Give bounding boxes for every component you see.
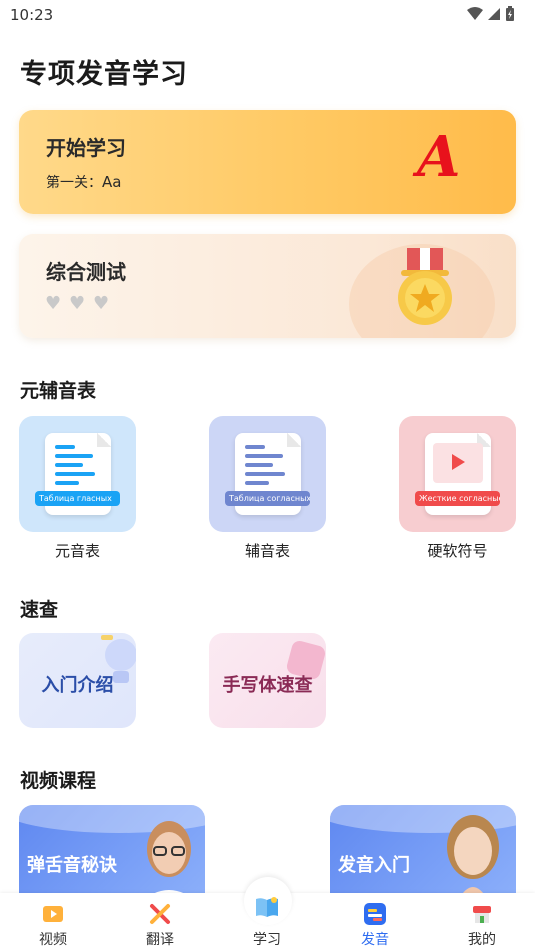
vowel-table-tile[interactable]: Таблица гласных [19, 416, 136, 532]
doc-line [245, 463, 273, 467]
course-trill-secrets[interactable]: 弹舌音秘诀 [19, 805, 205, 905]
status-bar: 10:23 [0, 0, 535, 30]
course-pronunciation-intro[interactable]: 发音入门 [330, 805, 516, 905]
doc-line [245, 445, 265, 449]
hard-soft-signs-tile[interactable]: Жесткие согласные [399, 416, 516, 532]
course-trill-secrets-label: 弹舌音秘诀 [27, 855, 117, 876]
doc-line [245, 481, 269, 485]
bottom-tab-bar: 视频 翻译 学习 发音 我的 [0, 877, 535, 951]
tab-mine-label: 我的 [468, 932, 496, 948]
intro-label: 入门介绍 [41, 675, 114, 696]
teacher-photo [447, 815, 499, 897]
comprehensive-test-title: 综合测试 [46, 260, 126, 284]
medal-icon [398, 248, 452, 325]
quick-lookup-section-title: 速查 [20, 599, 59, 621]
consonant-table-tag: Таблица согласных [225, 491, 310, 506]
doc-fold [287, 433, 301, 447]
vowel-consonant-section-title: 元辅音表 [20, 380, 97, 402]
tab-pronunciation-label: 发音 [361, 932, 389, 948]
consonant-table-tile[interactable]: Таблица согласных [209, 416, 326, 532]
wifi-icon [467, 7, 483, 20]
translate-icon [150, 904, 170, 924]
vowel-table-tag: Таблица гласных [35, 491, 120, 506]
heart-icon: ♥ [93, 293, 110, 314]
page-title: 专项发音学习 [20, 59, 188, 90]
doc-fold [97, 433, 111, 447]
intro-tile[interactable]: 入门介绍 [19, 633, 136, 728]
hearts-rating: ♥ ♥ ♥ [45, 295, 111, 313]
doc-line [245, 472, 285, 476]
course-pronunciation-intro-label: 发音入门 [338, 855, 410, 876]
handwriting-tile[interactable]: 手写体速查 [209, 633, 326, 728]
tab-pronunciation[interactable]: 发音 [335, 893, 415, 951]
hard-soft-signs-tag: Жесткие согласные [415, 491, 500, 506]
level-indicator: 第一关：Aa [46, 172, 121, 192]
hard-soft-signs-label: 硬软符号 [427, 542, 488, 560]
doc-line [55, 445, 75, 449]
tab-study[interactable]: 学习 [227, 893, 307, 951]
level-value: Aa [102, 173, 122, 191]
heart-icon: ♥ [69, 293, 86, 314]
tab-study-label: 学习 [253, 932, 281, 948]
tab-video[interactable]: 视频 [13, 893, 93, 951]
book-icon [256, 897, 278, 917]
script-letter-a: A [417, 124, 461, 190]
tab-translate[interactable]: 翻译 [120, 893, 200, 951]
tab-mine[interactable]: 我的 [442, 893, 522, 951]
shop-icon [473, 906, 491, 923]
heart-icon: ♥ [45, 293, 62, 314]
signal-icon [488, 8, 500, 20]
vowel-table-label: 元音表 [54, 542, 100, 560]
pronunciation-icon [364, 903, 386, 925]
start-learning-card[interactable]: 开始学习 第一关：Aa A [19, 110, 516, 214]
status-time: 10:23 [10, 6, 54, 24]
doc-line [245, 454, 283, 458]
battery-icon [506, 6, 514, 21]
comprehensive-test-card[interactable]: 综合测试 ♥ ♥ ♥ [19, 234, 516, 338]
video-courses-section-title: 视频课程 [20, 770, 97, 792]
doc-line [55, 463, 83, 467]
video-icon [43, 906, 63, 922]
tab-video-label: 视频 [39, 932, 67, 948]
status-icons [467, 6, 515, 22]
play-icon [452, 454, 465, 470]
doc-line [55, 454, 93, 458]
tab-translate-label: 翻译 [146, 932, 174, 948]
consonant-table-label: 辅音表 [244, 542, 290, 560]
doc-line [55, 481, 79, 485]
doc-line [55, 472, 95, 476]
teacher-photo [137, 821, 201, 905]
start-learning-title: 开始学习 [46, 136, 126, 160]
level-prefix: 第一关： [46, 175, 102, 191]
handwriting-label: 手写体速查 [222, 675, 313, 696]
